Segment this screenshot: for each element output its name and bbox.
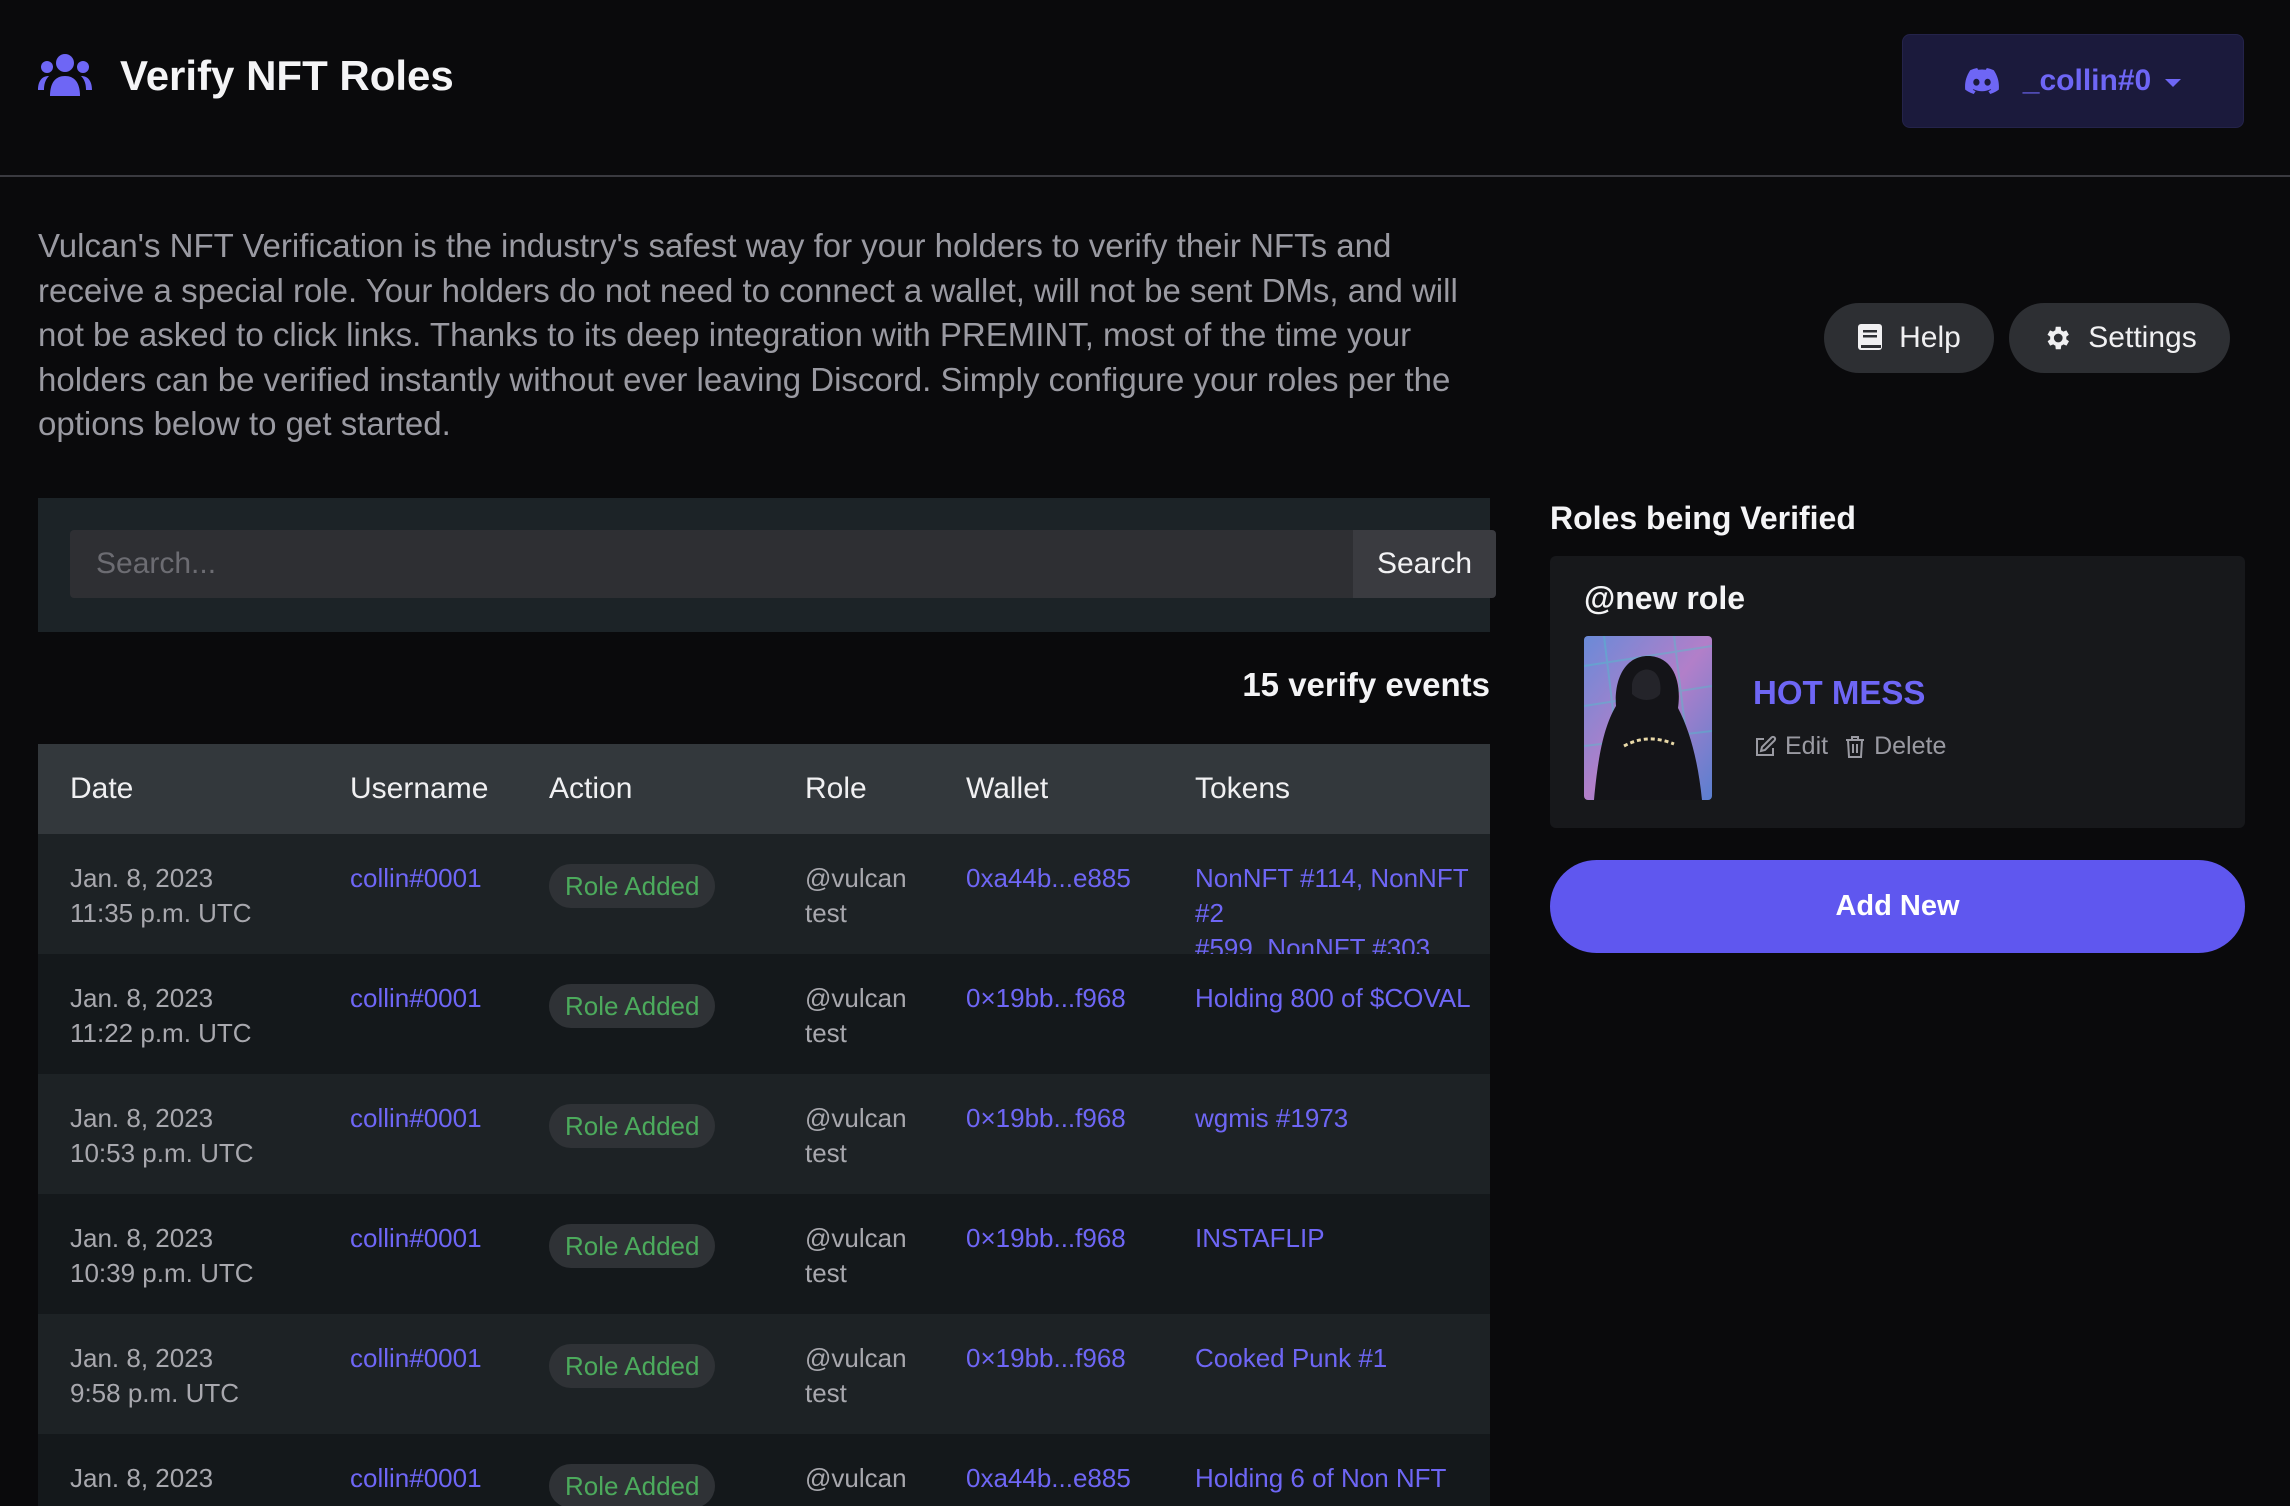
status-badge: Role Added — [549, 864, 716, 908]
table-row: Jan. 8, 2023 11:35 p.m. UTC collin#0001 … — [38, 834, 1490, 963]
events-count: 15 verify events — [1242, 666, 1490, 703]
row-role: @vulcan — [805, 1463, 907, 1493]
row-wallet-link[interactable]: 0xa44b...e885 — [966, 1461, 1131, 1496]
trash-icon — [1846, 735, 1865, 758]
roles-panel-title: Roles being Verified — [1550, 500, 1856, 536]
row-role: @vulcan test — [805, 1103, 907, 1168]
table-header: Date Username Action Role Wallet Tokens — [38, 744, 1490, 834]
role-name: @new role — [1584, 580, 1746, 616]
row-tokens-link[interactable]: wgmis #1973 — [1195, 1101, 1348, 1136]
table-row: Jan. 8, 2023 10:53 p.m. UTC collin#0001 … — [38, 1074, 1490, 1194]
header-username: Username — [350, 772, 489, 805]
table-row: Jan. 8, 2023 9:58 p.m. UTC collin#0001 R… — [38, 1314, 1490, 1434]
events-table: Date Username Action Role Wallet Tokens … — [38, 744, 1490, 1506]
brand: Verify NFT Roles — [38, 52, 454, 100]
table-row: Jan. 8, 2023 11:22 p.m. UTC collin#0001 … — [38, 954, 1490, 1074]
row-tokens-link[interactable]: INSTAFLIP — [1195, 1221, 1325, 1256]
users-icon — [38, 54, 92, 96]
row-role: @vulcan test — [805, 1343, 907, 1408]
row-wallet-link[interactable]: 0×19bb...f968 — [966, 1221, 1126, 1256]
search-button[interactable]: Search — [1353, 530, 1496, 598]
role-card: @new role HOT MESS Edit Delete — [1550, 556, 2245, 828]
help-label: Help — [1899, 321, 1961, 354]
edit-label: Edit — [1785, 732, 1829, 760]
row-username-link[interactable]: collin#0001 — [350, 1341, 482, 1376]
row-action: Role Added — [549, 1464, 716, 1506]
row-wallet-link[interactable]: 0xa44b...e885 — [966, 861, 1131, 896]
row-date: Jan. 8, 2023 10:53 p.m. UTC — [70, 1103, 254, 1168]
edit-icon — [1756, 735, 1777, 756]
delete-label: Delete — [1874, 732, 1947, 760]
search-input[interactable] — [70, 530, 1353, 598]
intro-text: Vulcan's NFT Verification is the industr… — [38, 227, 1458, 442]
row-action: Role Added — [549, 984, 716, 1028]
gear-icon — [2047, 326, 2070, 350]
row-wallet-link[interactable]: 0×19bb...f968 — [966, 1341, 1126, 1376]
row-username-link[interactable]: collin#0001 — [350, 861, 482, 896]
row-username-link[interactable]: collin#0001 — [350, 1461, 482, 1496]
settings-button[interactable]: Settings — [2009, 303, 2230, 373]
row-wallet-link[interactable]: 0×19bb...f968 — [966, 1101, 1126, 1136]
book-icon — [1858, 324, 1883, 350]
row-tokens-link[interactable]: Holding 800 of $COVAL — [1195, 981, 1471, 1016]
row-action: Role Added — [549, 1344, 716, 1388]
header-wallet: Wallet — [966, 772, 1049, 805]
username-label: _collin#0 — [2022, 64, 2152, 97]
status-badge: Role Added — [549, 1224, 716, 1268]
header-date: Date — [70, 772, 134, 805]
edit-role-button[interactable]: Edit — [1753, 732, 1828, 761]
row-date: Jan. 8, 2023 9:58 p.m. UTC — [70, 1343, 240, 1408]
table-row: Jan. 8, 2023 10:39 p.m. UTC collin#0001 … — [38, 1194, 1490, 1314]
row-username-link[interactable]: collin#0001 — [350, 1221, 482, 1256]
row-wallet-link[interactable]: 0×19bb...f968 — [966, 981, 1126, 1016]
caret-down-icon — [2165, 79, 2182, 87]
user-menu-button[interactable]: _collin#0 — [1902, 34, 2244, 128]
row-role: @vulcan test — [805, 863, 907, 928]
settings-label: Settings — [2088, 321, 2197, 354]
row-action: Role Added — [549, 1104, 716, 1148]
row-role: @vulcan test — [805, 1223, 907, 1288]
row-action: Role Added — [549, 1224, 716, 1268]
row-username-link[interactable]: collin#0001 — [350, 981, 482, 1016]
nft-thumbnail — [1584, 636, 1712, 800]
row-action: Role Added — [549, 864, 716, 908]
delete-role-button[interactable]: Delete — [1844, 732, 1946, 761]
status-badge: Role Added — [549, 984, 716, 1028]
help-button[interactable]: Help — [1824, 303, 1994, 373]
status-badge: Role Added — [549, 1344, 716, 1388]
role-actions: Edit Delete — [1753, 732, 1946, 761]
status-badge: Role Added — [549, 1464, 716, 1506]
row-tokens-link[interactable]: NonNFT #114, NonNFT #2 #599, NonNFT #303 — [1195, 861, 1490, 966]
row-date: Jan. 8, 2023 — [70, 1463, 214, 1493]
row-username-link[interactable]: collin#0001 — [350, 1101, 482, 1136]
nft-collection-name: HOT MESS — [1753, 674, 1926, 711]
header-role: Role — [805, 772, 867, 805]
discord-icon — [1964, 68, 1999, 94]
row-date: Jan. 8, 2023 11:35 p.m. UTC — [70, 863, 252, 928]
page-title: Verify NFT Roles — [120, 52, 454, 99]
top-bar: Verify NFT Roles _collin#0 — [0, 0, 2290, 177]
row-date: Jan. 8, 2023 11:22 p.m. UTC — [70, 983, 252, 1048]
row-date: Jan. 8, 2023 10:39 p.m. UTC — [70, 1223, 254, 1288]
header-action: Action — [549, 772, 633, 805]
table-row: Jan. 8, 2023 collin#0001 Role Added @vul… — [38, 1434, 1490, 1506]
row-tokens-link[interactable]: Cooked Punk #1 — [1195, 1341, 1387, 1376]
search-panel: Search — [38, 498, 1496, 632]
header-tokens: Tokens — [1195, 772, 1291, 805]
add-new-button[interactable]: Add New — [1550, 860, 2245, 953]
status-badge: Role Added — [549, 1104, 716, 1148]
row-tokens-link[interactable]: Holding 6 of Non NFT — [1195, 1461, 1446, 1496]
row-role: @vulcan test — [805, 983, 907, 1048]
